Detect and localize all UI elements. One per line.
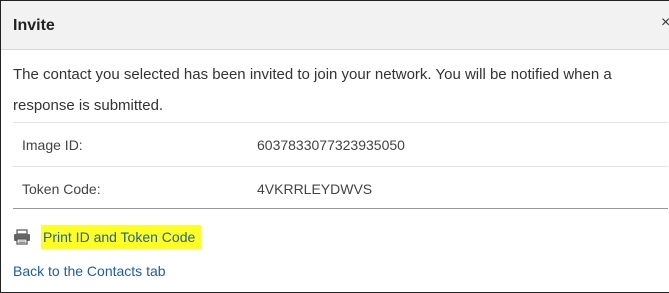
print-id-token-link[interactable]: Print ID and Token Code (41, 225, 202, 249)
image-id-row: Image ID: 6037833077323935050 (13, 123, 668, 167)
invite-message-line-1: The contact you selected has been invite… (13, 66, 612, 83)
image-id-label: Image ID: (22, 137, 83, 153)
dialog-title: Invite (13, 17, 55, 34)
token-code-row: Token Code: 4VKRRLEYDWVS (13, 167, 668, 209)
invite-message-line-2: response is submitted. (13, 97, 164, 114)
printer-icon[interactable] (13, 229, 31, 245)
invite-dialog: Invite × The contact you selected has be… (0, 0, 669, 293)
image-id-value: 6037833077323935050 (257, 137, 405, 153)
token-code-label: Token Code: (22, 181, 101, 197)
dialog-header: Invite × (1, 1, 669, 50)
print-action: Print ID and Token Code (13, 225, 202, 249)
details-table: Image ID: 6037833077323935050 Token Code… (13, 122, 668, 209)
invite-message: The contact you selected has been invite… (13, 59, 669, 121)
close-icon[interactable]: × (661, 13, 669, 33)
back-to-contacts-link[interactable]: Back to the Contacts tab (13, 262, 166, 280)
token-code-value: 4VKRRLEYDWVS (257, 181, 373, 197)
